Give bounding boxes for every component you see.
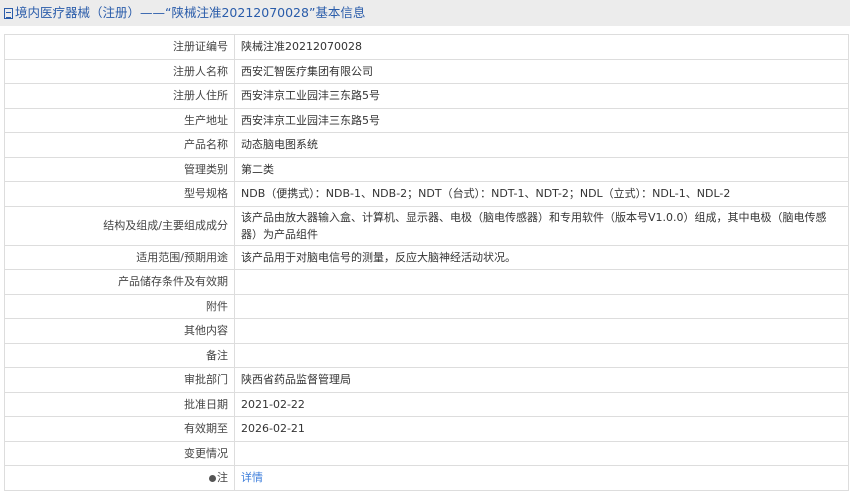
field-label: 适用范围/预期用途: [4, 244, 235, 270]
table-row: 注册人名称 西安汇智医疗集团有限公司: [4, 58, 849, 84]
field-value: 2021-02-22: [234, 391, 849, 417]
field-value: [234, 318, 849, 344]
table-row: 注详情: [4, 465, 849, 491]
table-row: 产品储存条件及有效期: [4, 269, 849, 295]
field-label: 注册人名称: [4, 58, 235, 84]
field-value: 西安沣京工业园沣三东路5号: [234, 83, 849, 109]
field-label: 变更情况: [4, 440, 235, 466]
table-row: 适用范围/预期用途 该产品用于对脑电信号的测量，反应大脑神经活动状况。: [4, 244, 849, 270]
table-row: 生产地址 西安沣京工业园沣三东路5号: [4, 107, 849, 133]
field-value: 动态脑电图系统: [234, 132, 849, 158]
field-label: 管理类别: [4, 156, 235, 182]
pin-icon: [209, 474, 216, 482]
field-label: 有效期至: [4, 416, 235, 442]
table-row: 型号规格 NDB（便携式）：NDB-1、NDB-2；NDT（台式）：NDT-1、N…: [4, 181, 849, 207]
field-value: 西安汇智医疗集团有限公司: [234, 58, 849, 84]
field-label: 注册人住所: [4, 83, 235, 109]
field-value: 该产品由放大器输入盒、计算机、显示器、电极（脑电传感器）和专用软件（版本号V1.…: [234, 205, 849, 246]
table-row: 审批部门 陕西省药品监督管理局: [4, 367, 849, 393]
table-row: 批准日期 2021-02-22: [4, 391, 849, 417]
field-label: 产品名称: [4, 132, 235, 158]
field-value: 该产品用于对脑电信号的测量，反应大脑神经活动状况。: [234, 244, 849, 270]
document-icon: [4, 7, 13, 19]
table-row: 变更情况: [4, 440, 849, 466]
field-value: NDB（便携式）：NDB-1、NDB-2；NDT（台式）：NDT-1、NDT-2…: [234, 181, 849, 207]
table-row: 附件: [4, 293, 849, 319]
field-label: 产品储存条件及有效期: [4, 269, 235, 295]
field-label: 批准日期: [4, 391, 235, 417]
page-header: 境内医疗器械（注册）——“陕械注准20212070028”基本信息: [0, 0, 850, 26]
field-label: 结构及组成/主要组成成分: [4, 205, 235, 246]
table-row: 有效期至 2026-02-21: [4, 416, 849, 442]
field-label: 其他内容: [4, 318, 235, 344]
table-row: 其他内容: [4, 318, 849, 344]
field-label: 备注: [4, 342, 235, 368]
field-label: 注册证编号: [4, 34, 235, 60]
field-value: 陕械注准20212070028: [234, 34, 849, 60]
field-value: [234, 269, 849, 295]
field-value: 西安沣京工业园沣三东路5号: [234, 107, 849, 133]
field-value: [234, 440, 849, 466]
table-row: 注册人住所 西安沣京工业园沣三东路5号: [4, 83, 849, 109]
details-link[interactable]: 详情: [241, 471, 263, 484]
field-label: 附件: [4, 293, 235, 319]
field-label: 生产地址: [4, 107, 235, 133]
page-title: 境内医疗器械（注册）——“陕械注准20212070028”基本信息: [15, 5, 366, 20]
field-label: 型号规格: [4, 181, 235, 207]
field-value: [234, 342, 849, 368]
field-value: [234, 293, 849, 319]
table-row: 备注: [4, 342, 849, 368]
note-label-cell: 注: [4, 465, 235, 491]
table-row: 管理类别 第二类: [4, 156, 849, 182]
field-value: 2026-02-21: [234, 416, 849, 442]
table-row: 结构及组成/主要组成成分 该产品由放大器输入盒、计算机、显示器、电极（脑电传感器）…: [4, 205, 849, 246]
info-table: 注册证编号 陕械注准20212070028 注册人名称 西安汇智医疗集团有限公司 注册人…: [4, 34, 849, 491]
note-label: 注: [217, 471, 228, 485]
field-label: 审批部门: [4, 367, 235, 393]
table-row: 产品名称 动态脑电图系统: [4, 132, 849, 158]
table-row: 注册证编号 陕械注准20212070028: [4, 34, 849, 60]
field-value: 第二类: [234, 156, 849, 182]
field-value: 陕西省药品监督管理局: [234, 367, 849, 393]
